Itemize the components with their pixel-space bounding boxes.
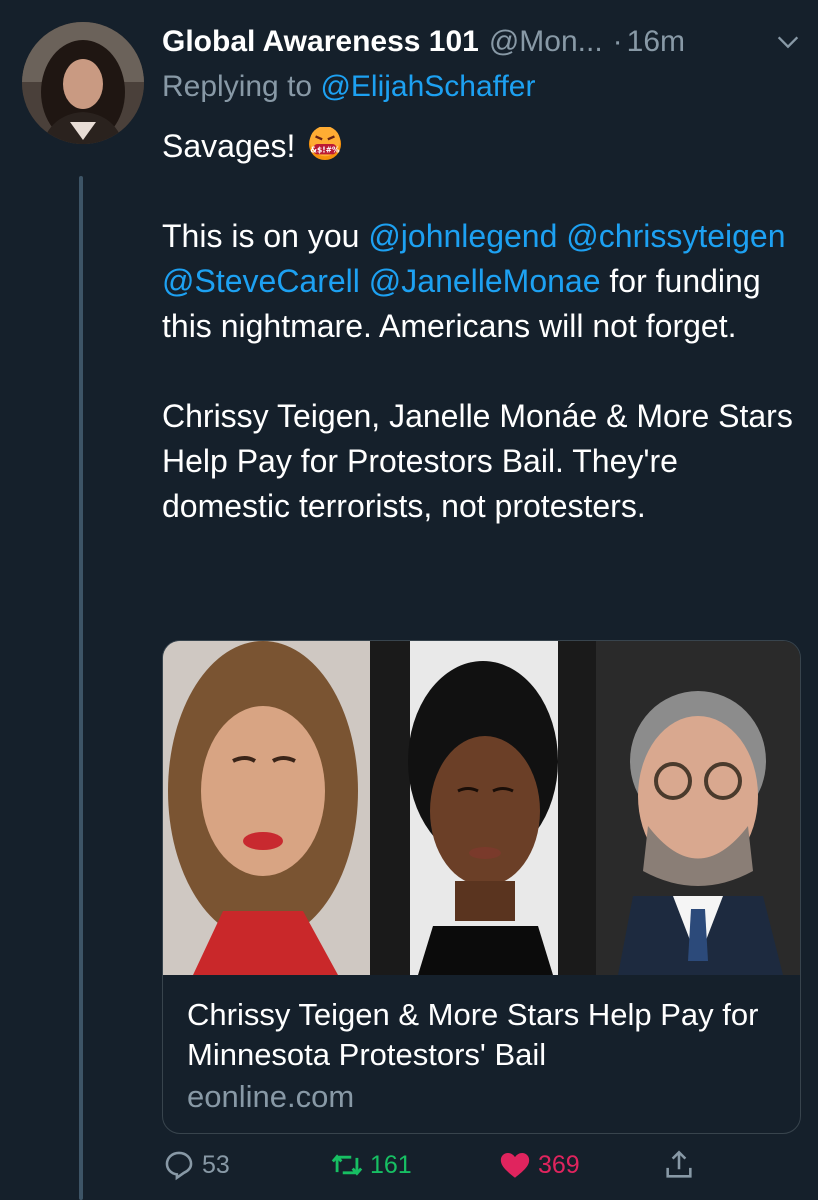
separator-dot: · [612,25,623,58]
mention-johnlegend[interactable]: @johnlegend [368,218,557,254]
card-domain: eonline.com [187,1079,355,1114]
retweet-button[interactable]: 161 [330,1148,412,1182]
mention-stevecarell[interactable]: @SteveCarell [162,263,360,299]
svg-text:&$!#%: &$!#% [311,146,341,155]
reply-button[interactable]: 53 [162,1148,230,1182]
tweet-text: Savages! &$!#% This is on you @johnlegen… [162,124,802,529]
angry-emoji-icon: &$!#% [309,127,342,161]
reply-prefix: Replying to [162,70,313,103]
mention-janellemonae[interactable]: @JanelleMonae [369,263,601,299]
timestamp[interactable]: 16m [627,25,685,59]
mention-chrissyteigen[interactable]: @chrissyteigen [566,218,785,254]
action-bar: 53 161 369 [162,1148,802,1198]
share-icon [666,1150,692,1178]
avatar[interactable] [22,22,144,144]
share-button[interactable] [662,1148,696,1182]
like-button[interactable]: 369 [498,1148,580,1182]
like-count: 369 [538,1150,580,1179]
tweet-p2-text: This is on you [162,218,360,254]
card-title[interactable]: Chrissy Teigen & More Stars Help Pay for… [187,995,777,1075]
tweet-header: Global Awareness 101 @Mon... · 16m [162,22,802,62]
avatar-image [22,22,144,144]
replying-to: Replying to @ElijahSchaffer [162,70,535,104]
thread-line [79,176,83,1200]
reply-icon [165,1151,193,1181]
tweet-line-1-text: Savages! [162,128,296,164]
retweet-icon [331,1154,363,1176]
tweet-paragraph-3: Chrissy Teigen, Janelle Monáe & More Sta… [162,398,793,524]
tweet-line-1: Savages! &$!#% [162,124,802,169]
reply-to-link[interactable]: @ElijahSchaffer [320,70,535,103]
chevron-down-icon[interactable] [774,28,802,56]
tweet-paragraph-2: This is on you @johnlegend @chrissyteige… [162,214,802,349]
card-image [163,641,800,975]
retweet-count: 161 [370,1150,412,1179]
link-card[interactable]: Chrissy Teigen & More Stars Help Pay for… [162,640,801,1134]
heart-icon [500,1152,530,1178]
user-handle[interactable]: @Mon... [489,25,603,59]
display-name[interactable]: Global Awareness 101 [162,25,479,59]
reply-count: 53 [202,1150,230,1179]
